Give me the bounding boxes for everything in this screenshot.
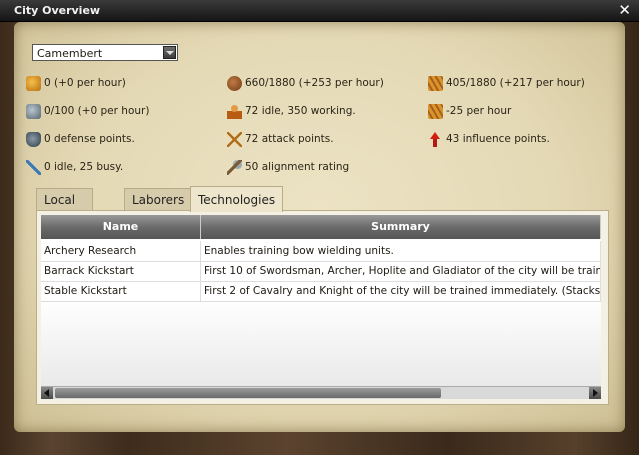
scrollbar-thumb[interactable] <box>55 388 441 398</box>
tab-local-events[interactable]: Local Events <box>36 188 93 229</box>
stat-wood: 660/1880 (+253 per hour) <box>227 74 384 92</box>
wheat-icon <box>428 103 443 119</box>
table-row[interactable]: Stable Kickstart First 2 of Cavalry and … <box>41 281 601 302</box>
cell-name: Archery Research <box>41 241 201 261</box>
stat-units-value: 0 idle, 25 busy. <box>44 161 124 173</box>
stat-defense-value: 0 defense points. <box>44 133 135 145</box>
stat-influence: 43 influence points. <box>428 130 550 148</box>
stat-gold: 0 (+0 per hour) <box>26 74 126 92</box>
arrow-up-icon <box>428 131 443 147</box>
cell-name: Stable Kickstart <box>41 281 201 301</box>
hammer-icon <box>227 159 242 175</box>
tab-technologies[interactable]: Technologies <box>190 186 284 212</box>
stat-attack-value: 72 attack points. <box>245 133 334 145</box>
stat-wood-value: 660/1880 (+253 per hour) <box>245 77 384 89</box>
scroll-right-icon[interactable] <box>589 387 601 399</box>
city-select[interactable]: Camembert <box>32 44 178 61</box>
tab-laborers[interactable]: Laborers <box>124 188 193 210</box>
cell-summary: First 10 of Swordsman, Archer, Hoplite a… <box>201 261 601 281</box>
horizontal-scrollbar[interactable] <box>41 386 601 399</box>
stone-icon <box>26 103 41 119</box>
wheat-icon <box>428 75 443 91</box>
stat-alignment: 50 alignment rating <box>227 158 349 176</box>
worker-icon <box>227 103 242 119</box>
column-header-summary[interactable]: Summary <box>201 215 601 239</box>
wood-icon <box>227 75 242 91</box>
scroll-left-icon[interactable] <box>41 387 53 399</box>
tab-panel: Name Summary Archery Research Enables tr… <box>36 210 609 405</box>
cell-summary: Enables training bow wielding units. <box>201 241 601 261</box>
table-row[interactable]: Archery Research Enables training bow wi… <box>41 241 601 262</box>
stat-stone: 0/100 (+0 per hour) <box>26 102 149 120</box>
stat-gold-value: 0 (+0 per hour) <box>44 77 126 89</box>
stat-attack: 72 attack points. <box>227 130 334 148</box>
cell-name: Barrack Kickstart <box>41 261 201 281</box>
close-icon[interactable]: ✕ <box>618 1 631 19</box>
stat-food: 405/1880 (+217 per hour) <box>428 74 585 92</box>
stat-food-value: 405/1880 (+217 per hour) <box>446 77 585 89</box>
stat-units: 0 idle, 25 busy. <box>26 158 123 176</box>
chevron-down-icon[interactable] <box>163 46 176 59</box>
crossed-swords-icon <box>227 131 242 147</box>
stat-workers: 72 idle, 350 working. <box>227 102 356 120</box>
stat-stone-value: 0/100 (+0 per hour) <box>44 105 150 117</box>
table-row[interactable]: Barrack Kickstart First 10 of Swordsman,… <box>41 261 601 282</box>
stat-food-upkeep: -25 per hour <box>428 102 511 120</box>
shield-icon <box>26 131 41 147</box>
stat-defense: 0 defense points. <box>26 130 135 148</box>
title-bar: City Overview ✕ <box>0 0 639 22</box>
stat-influence-value: 43 influence points. <box>446 133 550 145</box>
sword-icon <box>26 159 41 175</box>
window-title: City Overview <box>14 4 101 17</box>
stat-alignment-value: 50 alignment rating <box>245 161 350 173</box>
technologies-table: Name Summary Archery Research Enables tr… <box>41 215 601 399</box>
gold-icon <box>26 75 41 91</box>
stat-workers-value: 72 idle, 350 working. <box>245 105 356 117</box>
table-header: Name Summary <box>41 215 601 239</box>
city-select-value: Camembert <box>37 47 103 60</box>
column-header-name[interactable]: Name <box>41 215 201 239</box>
stat-food-upkeep-value: -25 per hour <box>446 105 512 117</box>
cell-summary: First 2 of Cavalry and Knight of the cit… <box>201 281 601 301</box>
